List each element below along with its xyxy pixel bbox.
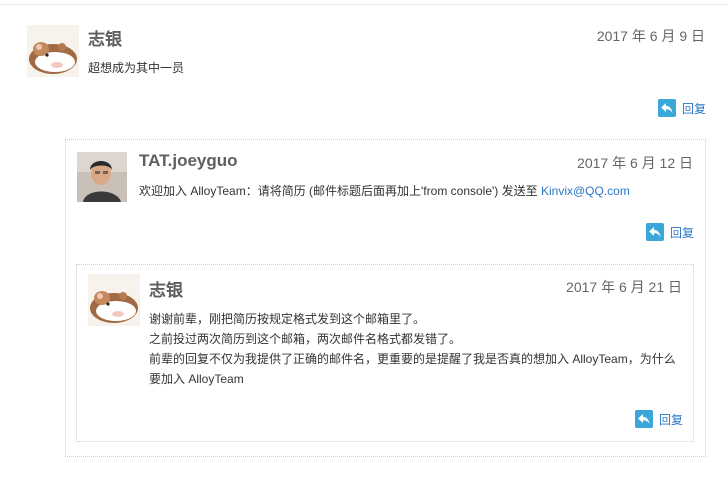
comment-text-body: 欢迎加入 AlloyTeam：请将简历 (邮件标题后面再加上'from cons…: [139, 184, 541, 198]
reply-arrow-icon: [658, 99, 676, 117]
top-divider: [0, 4, 727, 5]
comment-text: 超想成为其中一员: [88, 61, 185, 75]
comment-date: 2017 年 6 月 9 日: [596, 28, 705, 44]
email-link[interactable]: Kinvix@QQ.com: [541, 184, 630, 198]
avatar-person: [77, 152, 127, 202]
comment-text-line: 之前投过两次简历到这个邮箱，两次邮件名格式都发错了。: [149, 332, 462, 346]
comment-text-line: 要加入 AlloyTeam: [149, 372, 244, 386]
reply-button[interactable]: 回复: [635, 410, 683, 428]
comment-author[interactable]: 志银: [149, 276, 183, 301]
reply-arrow-icon: [646, 223, 664, 241]
reply-label: 回复: [659, 412, 684, 427]
comment-author[interactable]: TAT.joeyguo: [139, 151, 238, 171]
reply-label: 回复: [682, 101, 707, 116]
avatar-hamster: [88, 274, 140, 326]
reply-label: 回复: [670, 225, 695, 240]
comment-text-line: 谢谢前辈，刚把简历按规定格式发到这个邮箱里了。: [149, 312, 426, 326]
reply-button[interactable]: 回复: [658, 99, 706, 117]
comment-date: 2017 年 6 月 21 日: [566, 279, 682, 295]
comment-text: 欢迎加入 AlloyTeam：请将简历 (邮件标题后面再加上'from cons…: [139, 181, 630, 201]
comment-author[interactable]: 志银: [88, 25, 122, 50]
comment-date: 2017 年 6 月 12 日: [577, 155, 693, 171]
reply-arrow-icon: [635, 410, 653, 428]
comment-text-line: 前辈的回复不仅为我提供了正确的邮件名，更重要的是提醒了我是否真的想加入 Allo…: [149, 352, 676, 366]
reply-button[interactable]: 回复: [646, 223, 694, 241]
avatar-hamster: [27, 25, 79, 77]
